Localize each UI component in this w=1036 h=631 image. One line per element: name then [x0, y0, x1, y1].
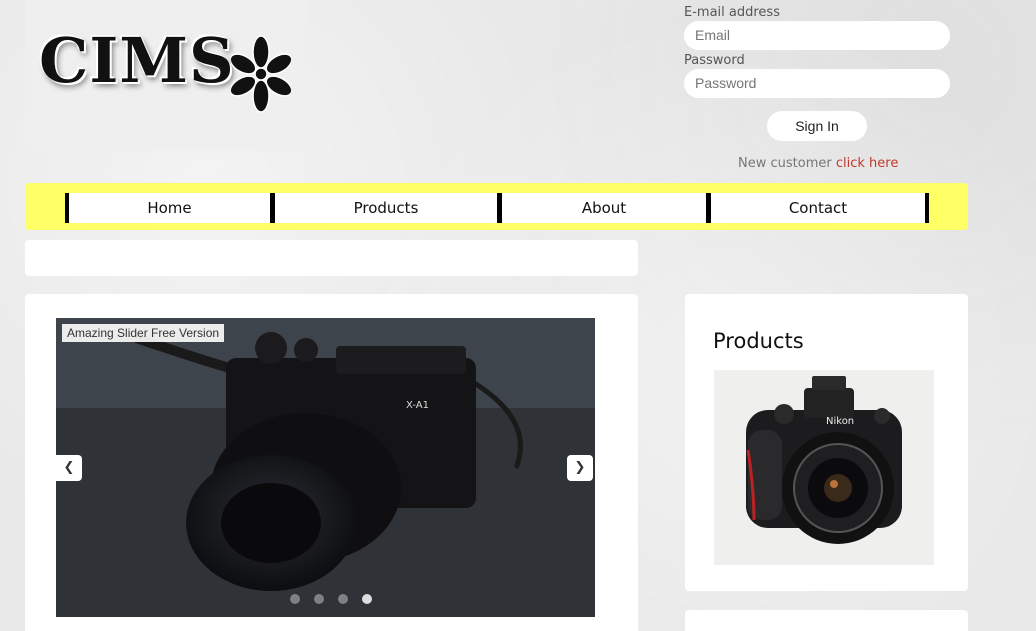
- logo[interactable]: CIMS: [25, 0, 309, 151]
- nav-item-about[interactable]: About: [502, 193, 706, 223]
- content-strip: [25, 240, 638, 276]
- slider-next-button[interactable]: ❯: [567, 455, 593, 481]
- product-image[interactable]: Nikon: [714, 370, 934, 565]
- secondary-panel: [685, 610, 968, 631]
- nikon-camera-image: Nikon: [746, 376, 902, 544]
- main-panel: X-A1 Amazing Slider Free Version ❮ ❯: [25, 294, 638, 631]
- svg-text:Nikon: Nikon: [826, 416, 854, 427]
- slider-dot[interactable]: [338, 594, 348, 604]
- nav-item-products[interactable]: Products: [275, 193, 497, 223]
- slider-badge: Amazing Slider Free Version: [62, 324, 225, 342]
- password-field[interactable]: [684, 69, 950, 98]
- register-link[interactable]: click here: [836, 156, 898, 171]
- image-slider[interactable]: X-A1 Amazing Slider Free Version ❮ ❯: [56, 318, 595, 617]
- slider-dot[interactable]: [290, 594, 300, 604]
- new-customer-text: New customer: [738, 156, 832, 171]
- slider-prev-button[interactable]: ❮: [56, 455, 82, 481]
- sign-in-button[interactable]: Sign In: [767, 111, 867, 141]
- password-label: Password: [684, 53, 745, 68]
- camera-photo-image: X-A1: [56, 318, 595, 617]
- chevron-right-icon: ❯: [574, 460, 586, 475]
- nav-item-contact[interactable]: Contact: [711, 193, 925, 223]
- slider-dots: [290, 594, 372, 604]
- flower-logo-icon: [231, 35, 291, 113]
- products-panel: Products Nikon: [685, 294, 968, 591]
- slider-dot[interactable]: [314, 594, 324, 604]
- login-form: E-mail address Password Sign In New cust…: [684, 5, 954, 171]
- main-nav: Home Products About Contact: [25, 183, 968, 230]
- chevron-left-icon: ❮: [63, 460, 75, 475]
- nav-item-home[interactable]: Home: [69, 193, 270, 223]
- email-field[interactable]: [684, 21, 950, 50]
- nav-menu: Home Products About Contact: [65, 193, 929, 223]
- email-label: E-mail address: [684, 5, 780, 20]
- new-customer-line: New customer click here: [738, 156, 898, 171]
- slider-dot-active[interactable]: [362, 594, 372, 604]
- svg-text:X-A1: X-A1: [406, 400, 429, 411]
- logo-text: CIMS: [39, 24, 235, 97]
- products-title: Products: [713, 329, 804, 353]
